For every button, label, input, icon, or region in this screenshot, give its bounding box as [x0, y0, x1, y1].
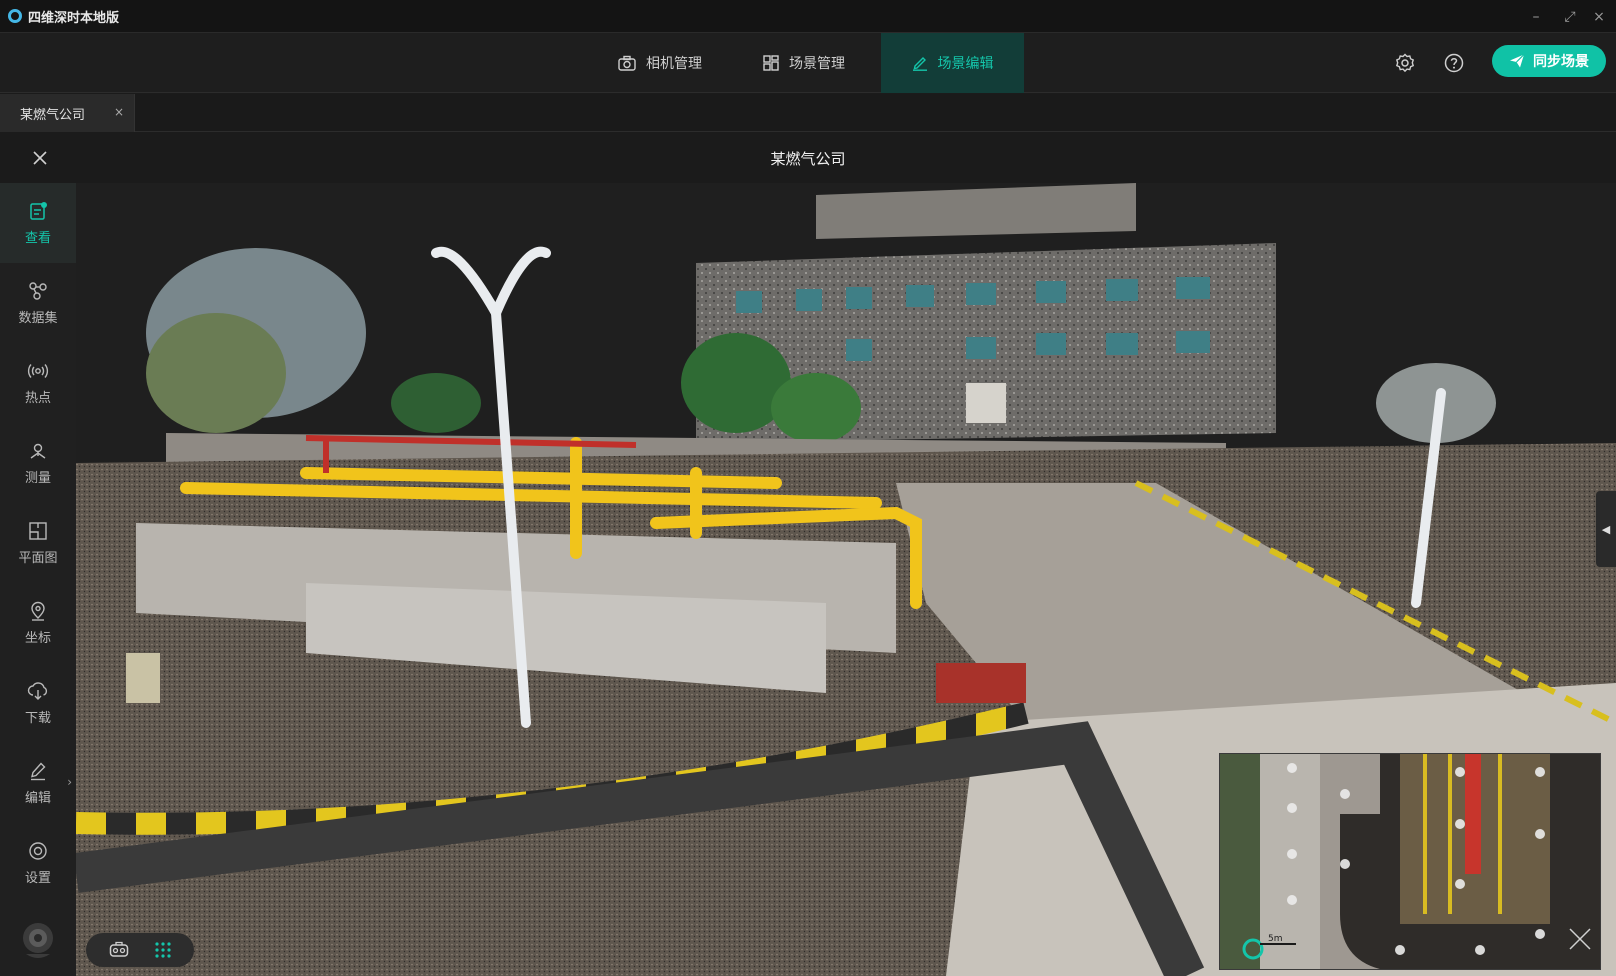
- edit-icon: [31, 761, 46, 780]
- cloud-download-icon: [27, 681, 48, 700]
- avatar[interactable]: [16, 918, 60, 962]
- minimap[interactable]: 5m: [1219, 753, 1601, 970]
- tab-scene-edit-label: 场景编辑: [937, 56, 994, 72]
- camera-icon: [618, 55, 636, 71]
- point-grid-icon[interactable]: [154, 941, 172, 959]
- floorplan-icon: [29, 521, 47, 540]
- sidebar-item-view-label: 查看: [24, 230, 51, 246]
- tab-scene-management[interactable]: 场景管理: [742, 33, 866, 93]
- tab-camera-management-label: 相机管理: [646, 56, 702, 72]
- sidebar-item-dataset[interactable]: 数据集: [0, 263, 76, 343]
- sync-scene-label: 同步场景: [1533, 54, 1589, 70]
- close-scene-button[interactable]: [28, 146, 52, 170]
- minimap-plan-view: 5m: [1220, 754, 1600, 969]
- scene-grid-icon: [763, 55, 779, 71]
- view-mode-control: [86, 933, 194, 967]
- tab-scene-management-label: 场景管理: [789, 56, 845, 72]
- help-icon: [1444, 53, 1464, 73]
- document-tab-bar: 某燃气公司 ×: [0, 94, 1616, 132]
- sidebar-item-coordinate[interactable]: 坐标: [0, 583, 76, 663]
- sidebar-item-download-label: 下载: [24, 710, 51, 726]
- sidebar-item-edit-label: 编辑: [24, 790, 51, 806]
- sidebar-item-hotspot[interactable]: 热点: [0, 343, 76, 423]
- view-doc-icon: [30, 201, 47, 220]
- document-tab[interactable]: 某燃气公司 ×: [0, 94, 135, 132]
- title-bar: 四维深时本地版 – ⤢ ×: [0, 0, 1616, 33]
- collapse-panel-toggle[interactable]: ◀: [1596, 491, 1616, 567]
- gear-icon: [1395, 53, 1415, 73]
- top-nav: 相机管理 场景管理 场景编辑 同步场景: [0, 33, 1616, 93]
- vr-view-icon[interactable]: [109, 941, 129, 959]
- sidebar-item-dataset-label: 数据集: [18, 310, 58, 326]
- document-tab-close-button[interactable]: ×: [114, 105, 124, 119]
- sidebar-item-download[interactable]: 下载: [0, 663, 76, 743]
- tab-scene-edit[interactable]: 场景编辑: [881, 33, 1024, 93]
- close-window-button[interactable]: ×: [1582, 0, 1616, 33]
- settings-gear-button[interactable]: [1393, 51, 1417, 75]
- app-title: 四维深时本地版: [28, 10, 120, 26]
- scene-title: 某燃气公司: [770, 150, 846, 168]
- left-sidebar: 查看 数据集 热点 测量 平面图 坐标 下载 编辑 › 设置: [0, 183, 76, 976]
- sidebar-item-view[interactable]: 查看: [0, 183, 76, 263]
- sidebar-item-hotspot-label: 热点: [24, 390, 51, 406]
- close-icon: [33, 151, 47, 165]
- send-plane-icon: [1510, 54, 1525, 68]
- measure-icon: [30, 443, 46, 459]
- help-button[interactable]: [1442, 51, 1466, 75]
- sidebar-item-settings[interactable]: 设置: [0, 823, 76, 903]
- document-tab-label: 某燃气公司: [20, 107, 86, 123]
- sync-scene-button[interactable]: 同步场景: [1492, 45, 1606, 77]
- hotspot-icon: [27, 363, 49, 378]
- sidebar-item-edit[interactable]: 编辑 ›: [0, 743, 76, 823]
- sidebar-item-measure[interactable]: 测量: [0, 423, 76, 503]
- edit-pen-icon: [912, 57, 927, 71]
- settings-icon: [29, 841, 47, 860]
- sidebar-item-settings-label: 设置: [24, 870, 51, 886]
- location-pin-icon: [31, 601, 45, 621]
- tab-camera-management[interactable]: 相机管理: [598, 33, 722, 93]
- minimize-button[interactable]: –: [1519, 0, 1553, 33]
- sidebar-item-floorplan-label: 平面图: [18, 550, 58, 566]
- scene-viewport[interactable]: ◀ 5m: [76, 183, 1616, 976]
- sidebar-item-measure-label: 测量: [24, 470, 51, 486]
- app-logo-icon: [8, 9, 22, 23]
- dataset-icon: [29, 281, 47, 300]
- scene-header: 某燃气公司: [0, 133, 1616, 183]
- sidebar-item-coordinate-label: 坐标: [24, 630, 51, 646]
- chevron-right-icon: ›: [67, 775, 72, 789]
- sidebar-item-floorplan[interactable]: 平面图: [0, 503, 76, 583]
- minimap-scale-label: 5m: [1268, 934, 1283, 944]
